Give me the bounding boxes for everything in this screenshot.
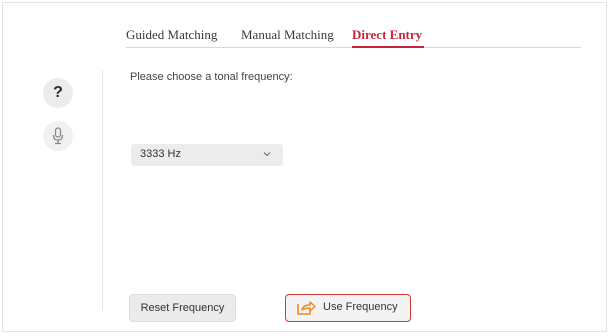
app-frame [2,2,607,332]
share-arrow-icon [297,301,316,315]
reset-frequency-button[interactable]: Reset Frequency [129,294,236,322]
reset-frequency-label: Reset Frequency [140,302,225,314]
microphone-icon [52,127,64,145]
use-frequency-label: Use Frequency [323,301,398,313]
tab-manual-matching[interactable]: Manual Matching [241,26,334,46]
frequency-select[interactable]: 3333 Hz [131,144,283,166]
help-button[interactable]: ? [43,78,73,108]
tab-bar: Guided Matching Manual Matching Direct E… [126,26,581,48]
tab-direct-entry[interactable]: Direct Entry [352,26,424,48]
question-icon: ? [53,84,63,101]
use-frequency-button[interactable]: Use Frequency [285,294,411,322]
chevron-down-icon [263,152,271,157]
sidebar-divider [102,70,103,310]
tab-guided-matching[interactable]: Guided Matching [126,26,217,46]
frequency-prompt: Please choose a tonal frequency: [130,71,293,83]
microphone-button[interactable] [43,121,73,151]
frequency-select-value: 3333 Hz [140,148,181,160]
